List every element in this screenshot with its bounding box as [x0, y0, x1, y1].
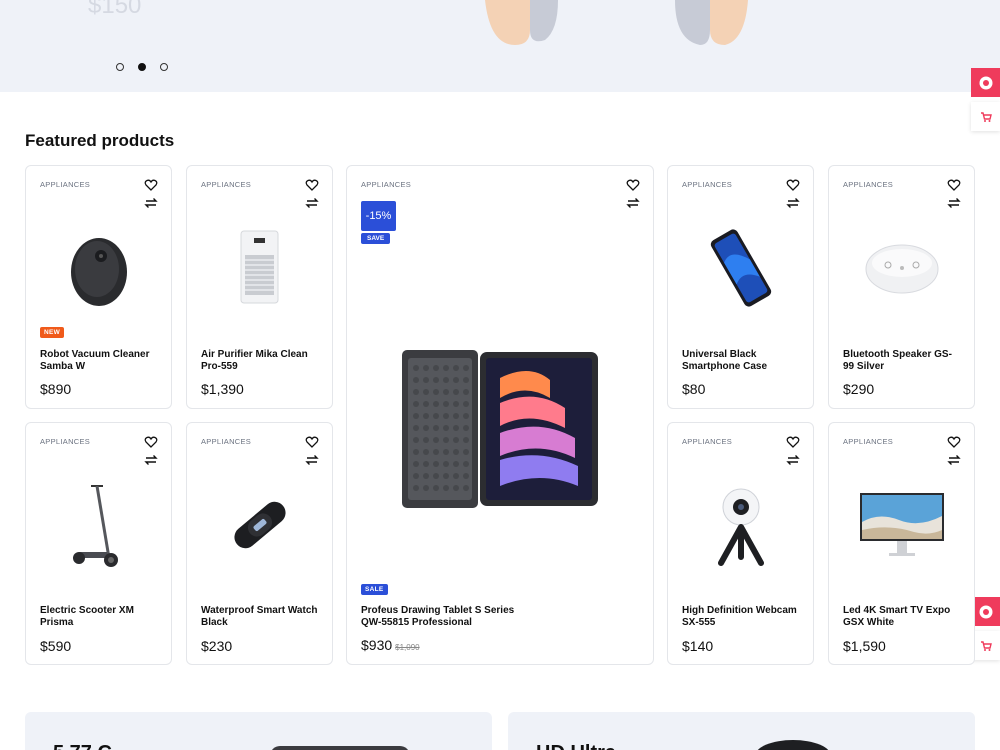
product-name[interactable]: Profeus Drawing Tablet S Series QW-55815… [361, 605, 523, 629]
carousel-dot-1[interactable] [116, 63, 124, 71]
product-card[interactable]: APPLIANCES NEW Robot Vacuum Cleaner Samb… [25, 165, 172, 409]
promo-banner-2[interactable]: HD Ultra [508, 712, 975, 750]
product-card[interactable]: APPLIANCES Led 4K Smart TV Expo GSX Whit… [828, 422, 975, 665]
heart-icon[interactable] [786, 178, 800, 192]
circle-icon [979, 76, 992, 89]
product-image[interactable] [829, 236, 974, 301]
product-name[interactable]: Air Purifier Mika Clean Pro-559 [201, 349, 320, 373]
promo-product-image [272, 746, 408, 750]
side-cart-button-2[interactable] [971, 631, 1000, 660]
product-image[interactable] [26, 221, 171, 311]
hero-price: $150 [88, 0, 142, 19]
carousel-dots [116, 63, 168, 71]
discount-badge: -15% [361, 201, 396, 231]
headphones-image-2 [675, 0, 748, 45]
headphones-image [485, 0, 558, 45]
product-card[interactable]: APPLIANCES Bluetooth Speaker GS-99 Silve… [828, 165, 975, 409]
product-price: $140 [682, 638, 714, 654]
product-price: $230 [201, 638, 233, 654]
compare-icon[interactable] [626, 197, 640, 209]
product-image[interactable] [668, 481, 813, 571]
compare-icon[interactable] [144, 197, 158, 209]
promo-banner[interactable]: 5.77 C [25, 712, 492, 750]
promo-product-image [757, 740, 829, 750]
compare-icon[interactable] [305, 197, 319, 209]
product-price: $930 [361, 637, 393, 653]
product-image[interactable] [829, 489, 974, 561]
promo-title: 5.77 C [53, 742, 112, 750]
compare-icon[interactable] [786, 197, 800, 209]
new-badge: NEW [40, 327, 65, 338]
product-old-price: $1,090 [395, 643, 420, 652]
side-circle-button[interactable] [971, 68, 1000, 97]
product-card[interactable]: APPLIANCES Air Purifier Mika Clean Pro-5… [186, 165, 333, 409]
product-category: APPLIANCES [361, 180, 412, 189]
sale-badge: SALE [361, 584, 388, 595]
product-category: APPLIANCES [201, 437, 252, 446]
product-name[interactable]: Universal Black Smartphone Case [682, 349, 801, 373]
product-card[interactable]: APPLIANCES Universal Black Smartphone Ca… [667, 165, 814, 409]
compare-icon[interactable] [786, 454, 800, 466]
product-image[interactable] [347, 346, 653, 511]
product-image[interactable] [26, 481, 171, 571]
carousel-dot-3[interactable] [160, 63, 168, 71]
product-name[interactable]: Electric Scooter XM Prisma [40, 605, 159, 629]
product-card[interactable]: APPLIANCES Electric Scooter XM Prisma $5… [25, 422, 172, 665]
circle-icon [979, 605, 992, 618]
heart-icon[interactable] [144, 435, 158, 449]
save-badge: SAVE [361, 233, 391, 244]
heart-icon[interactable] [305, 435, 319, 449]
product-category: APPLIANCES [40, 437, 91, 446]
product-name[interactable]: Bluetooth Speaker GS-99 Silver [843, 349, 962, 373]
heart-icon[interactable] [626, 178, 640, 192]
heart-icon[interactable] [947, 435, 961, 449]
compare-icon[interactable] [947, 197, 961, 209]
product-card[interactable]: APPLIANCES Waterproof Smart Watch Black … [186, 422, 333, 665]
product-price-row: $930 $1,090 [361, 637, 420, 653]
heart-icon[interactable] [947, 178, 961, 192]
product-price: $890 [40, 381, 72, 397]
side-cart-button[interactable] [971, 102, 1000, 131]
cart-icon [980, 111, 992, 122]
heart-icon[interactable] [786, 435, 800, 449]
product-price: $80 [682, 381, 706, 397]
product-category: APPLIANCES [682, 437, 733, 446]
product-image[interactable] [668, 223, 813, 313]
heart-icon[interactable] [305, 178, 319, 192]
product-name[interactable]: High Definition Webcam SX-555 [682, 605, 801, 629]
featured-product-card[interactable]: APPLIANCES -15% SAVE SALE Profeus Drawin… [346, 165, 654, 665]
product-name[interactable]: Led 4K Smart TV Expo GSX White [843, 605, 962, 629]
product-category: APPLIANCES [843, 180, 894, 189]
hero-banner: $150 [0, 0, 1000, 92]
product-category: APPLIANCES [201, 180, 252, 189]
product-name[interactable]: Robot Vacuum Cleaner Samba W [40, 349, 159, 373]
compare-icon[interactable] [144, 454, 158, 466]
product-price: $1,390 [201, 381, 244, 397]
section-title: Featured products [25, 131, 175, 150]
side-circle-button-2[interactable] [971, 597, 1000, 626]
product-category: APPLIANCES [682, 180, 733, 189]
product-name[interactable]: Waterproof Smart Watch Black [201, 605, 320, 629]
promo-title: HD Ultra [536, 742, 616, 750]
product-price: $1,590 [843, 638, 886, 654]
product-price: $290 [843, 381, 875, 397]
product-image[interactable] [187, 485, 332, 565]
carousel-dot-2[interactable] [138, 63, 146, 71]
compare-icon[interactable] [305, 454, 319, 466]
heart-icon[interactable] [144, 178, 158, 192]
product-category: APPLIANCES [843, 437, 894, 446]
cart-icon [980, 640, 992, 651]
compare-icon[interactable] [947, 454, 961, 466]
product-category: APPLIANCES [40, 180, 91, 189]
product-card[interactable]: APPLIANCES High Definition Webcam SX-555… [667, 422, 814, 665]
product-price: $590 [40, 638, 72, 654]
product-image[interactable] [187, 226, 332, 308]
